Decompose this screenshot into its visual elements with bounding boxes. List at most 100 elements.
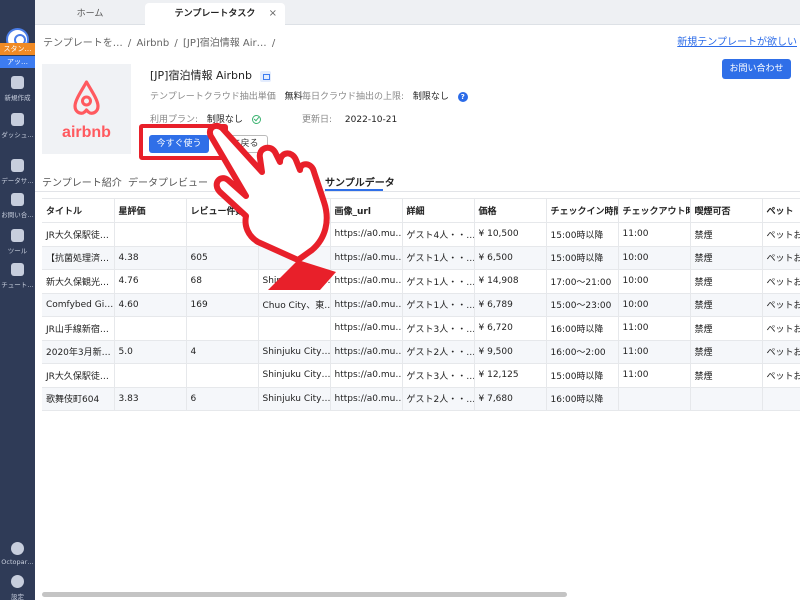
- tab-home[interactable]: ホーム: [35, 3, 145, 25]
- table-cell: ¥ 6,500: [474, 246, 547, 270]
- sidebar-item-label: Octopar…: [1, 558, 34, 566]
- table-cell: 2020年3月新…: [42, 340, 115, 364]
- table-cell: 禁煙: [690, 363, 763, 388]
- table-cell: ¥ 9,500: [474, 340, 547, 364]
- table-cell: ¥ 10,500: [474, 222, 547, 247]
- sidebar-item-label: ツール: [7, 247, 28, 255]
- table-cell: 新大久保観光…: [42, 269, 115, 294]
- help-icon[interactable]: ?: [457, 91, 468, 102]
- table-cell: JR大久保駅徒…: [42, 363, 115, 388]
- table-row: 2020年3月新… 5.0 4 Shinjuku City… https://a0.mu…: [42, 340, 800, 364]
- breadcrumb-templates[interactable]: テンプレートを…: [43, 38, 123, 49]
- column-header[interactable]: 価格: [474, 199, 547, 223]
- table-cell: 禁煙: [690, 246, 763, 270]
- daily-limit-label: 毎日クラウド抽出の上限:: [302, 92, 405, 102]
- table-row: 歌舞伎町604 3.83 6 Shinjuku City… https://a0.mu……: [42, 387, 800, 411]
- table-cell: ゲスト2人・・…: [402, 340, 475, 364]
- table-cell: ペットお: [762, 340, 800, 364]
- table-cell: ペットお: [762, 316, 800, 341]
- table-cell: ¥ 6,789: [474, 293, 547, 317]
- breadcrumb-airbnb[interactable]: Airbnb: [136, 38, 169, 49]
- table-cell: ¥ 12,125: [474, 363, 547, 388]
- sidebar-item-new[interactable]: 新規作成: [0, 76, 35, 108]
- table-cell: https://a0.mu…: [330, 363, 403, 388]
- table-cell: 禁煙: [690, 293, 763, 317]
- column-header[interactable]: チェックアウト時: [618, 199, 691, 223]
- table-cell: 16:00～2:00: [546, 340, 619, 364]
- sidebar-item-label: 新規作成: [4, 94, 31, 102]
- table-row: 新大久保観光…4.7668Shinjuku City…https://a0.mu…: [42, 269, 800, 294]
- request-template-link[interactable]: 新規テンプレートが欲しい: [677, 33, 797, 48]
- heart-icon: [11, 159, 24, 172]
- column-header[interactable]: タイトル: [42, 199, 115, 223]
- tab-bar: ホーム テンプレートタスク ×: [35, 0, 800, 25]
- table-cell: 11:00: [618, 363, 691, 388]
- table-cell: ゲスト4人・・…: [402, 222, 475, 247]
- column-header[interactable]: チェックイン時間: [546, 199, 619, 223]
- sidebar-item-dashboard[interactable]: ダッシュ…: [0, 113, 35, 145]
- table-cell: JR大久保駅徒…: [42, 222, 115, 247]
- tab-data-preview[interactable]: データプレビュー: [128, 174, 208, 189]
- table-cell: 16:00時以降: [546, 316, 619, 341]
- bookmark-icon: [11, 113, 24, 126]
- daily-limit-value: 制限なし: [412, 92, 449, 102]
- table-cell: 10:00: [618, 246, 691, 270]
- table-row: JR山手線新宿… https://a0.mu… ゲスト3人・・… ¥ 6,720 16:…: [42, 316, 800, 341]
- table-cell: ¥ 14,908: [474, 269, 547, 294]
- column-header[interactable]: 画像_url: [330, 199, 403, 223]
- table-cell: ゲスト2人・・…: [402, 387, 475, 411]
- sidebar-item-label: データサ…: [1, 177, 34, 185]
- table-cell: ゲスト3人・・…: [402, 363, 475, 388]
- table-row: JR大久保駅徒… https://a0.mu… ゲスト4人・・… ¥ 10,500 15…: [42, 222, 800, 247]
- plan-badge[interactable]: スタン…: [0, 43, 35, 55]
- table-cell: 169: [186, 293, 259, 317]
- template-title-text: [JP]宿泊情報 Airbnb: [150, 69, 252, 82]
- pointing-hand-icon: [206, 122, 336, 290]
- info-icon: [11, 542, 24, 555]
- sidebar-item-tools[interactable]: ツール: [0, 229, 35, 261]
- gear-icon: [11, 575, 24, 588]
- table-cell: 10:00: [618, 293, 691, 317]
- contact-button[interactable]: お問い合わせ: [722, 59, 791, 79]
- table-cell: ゲスト3人・・…: [402, 316, 475, 341]
- table-cell: 16:00時以降: [546, 387, 619, 411]
- table-cell: 禁煙: [690, 269, 763, 294]
- column-header[interactable]: 喫煙可否: [690, 199, 763, 223]
- sidebar-item-label: 設定: [11, 593, 24, 600]
- sidebar-item-octoparse[interactable]: Octopar…: [0, 542, 35, 574]
- sidebar-item-data-service[interactable]: データサ…: [0, 159, 35, 191]
- plus-icon: [11, 76, 24, 89]
- table-cell: 15:00時以降: [546, 222, 619, 247]
- table-cell: [114, 316, 187, 341]
- table-cell: 5.0: [114, 340, 187, 364]
- table-cell: [114, 222, 187, 247]
- tab-template-task[interactable]: テンプレートタスク ×: [145, 3, 285, 25]
- table-row: Comfybed Gi… 4.60 169 Chuo City、東… https://a…: [42, 293, 800, 317]
- column-header[interactable]: 詳細: [402, 199, 475, 223]
- logo-text: airbnb: [62, 124, 111, 141]
- breadcrumb-separator: /: [174, 38, 178, 49]
- table-cell: [114, 363, 187, 388]
- table-cell: 15:00時以降: [546, 363, 619, 388]
- table-cell: Comfybed Gi…: [42, 293, 115, 317]
- tab-template-intro[interactable]: テンプレート紹介: [42, 174, 122, 189]
- table-row: 【抗菌処理済… 4.38 605 https://a0.mu… ゲスト1人・・… ¥ 6,…: [42, 246, 800, 270]
- table-cell: 11:00: [618, 316, 691, 341]
- sidebar-item-label: ダッシュ…: [1, 131, 34, 139]
- column-header[interactable]: ペット: [762, 199, 800, 223]
- table-cell: 17:00～21:00: [546, 269, 619, 294]
- table-cell: 11:00: [618, 340, 691, 364]
- airbnb-logo-icon: [73, 80, 100, 115]
- sidebar-item-contact[interactable]: お問い合…: [0, 193, 35, 225]
- horizontal-scrollbar[interactable]: [42, 592, 567, 597]
- sidebar-item-settings[interactable]: 設定: [0, 575, 35, 600]
- table-cell: ¥ 7,680: [474, 387, 547, 411]
- table-header-row: タイトル 星評価 レビュー件数 画像_url 詳細 価格 チェックイン時間 チェックアウト時喫…: [42, 199, 800, 223]
- upgrade-badge[interactable]: アッ…: [0, 56, 35, 68]
- table-cell: 歌舞伎町604: [42, 387, 115, 411]
- sidebar-item-tutorial[interactable]: チュート…: [0, 263, 35, 295]
- table-cell: https://a0.mu…: [330, 246, 403, 270]
- column-header[interactable]: 星評価: [114, 199, 187, 223]
- close-icon[interactable]: ×: [269, 3, 277, 25]
- table-cell: Shinjuku City…: [258, 340, 331, 364]
